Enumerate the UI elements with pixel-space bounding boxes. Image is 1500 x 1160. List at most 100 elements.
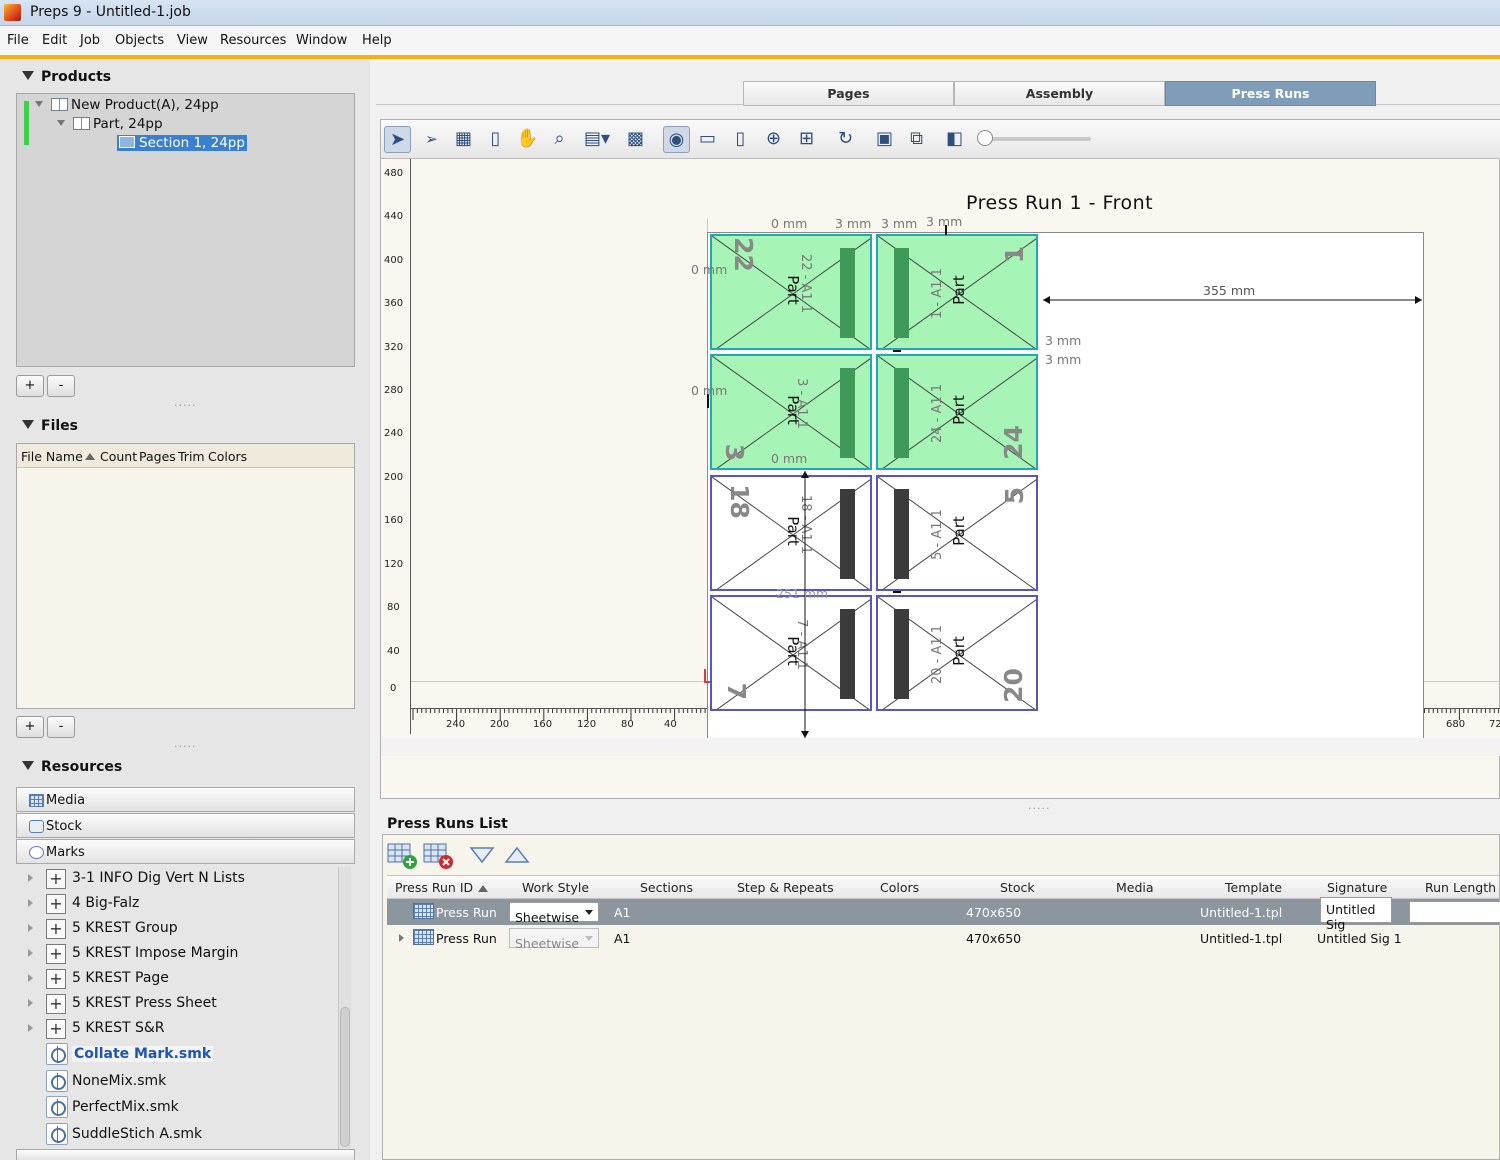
col-colors[interactable]: Colors: [880, 880, 919, 895]
mark-item[interactable]: PerfectMix.smk: [16, 1096, 336, 1121]
expand-icon[interactable]: [35, 101, 43, 107]
expand-icon[interactable]: [28, 874, 33, 882]
mark-group-item[interactable]: +5 KREST Page: [16, 967, 336, 992]
press-run-row[interactable]: Press Run Sheetwise A1 470x650 Untitled-…: [387, 925, 1499, 951]
rotate-icon[interactable]: ↻: [832, 126, 859, 153]
mark-group-item[interactable]: +5 KREST S&R: [16, 1017, 336, 1042]
col-work-style[interactable]: Work Style: [522, 880, 589, 895]
tab-press-runs[interactable]: Press Runs: [1165, 81, 1376, 106]
select-arrow-icon[interactable]: ➤: [384, 126, 411, 153]
tree-item-product[interactable]: New Product(A), 24pp: [35, 97, 219, 113]
mark-item[interactable]: SuddleStich A.smk: [16, 1123, 336, 1148]
work-style-dropdown[interactable]: Sheetwise: [509, 902, 599, 925]
move-down-button[interactable]: [467, 842, 497, 868]
col-media[interactable]: Media: [1116, 880, 1154, 895]
run-length-input[interactable]: [1409, 901, 1500, 923]
tree-item-section[interactable]: Section 1, 24pp: [117, 135, 247, 151]
mark-group-item[interactable]: +5 KREST Impose Margin: [16, 942, 336, 967]
resource-tab-stock[interactable]: Stock: [16, 813, 355, 838]
canvas-horizontal-scrollbar[interactable]: [381, 738, 1500, 756]
scrollbar-thumb[interactable]: [340, 1007, 350, 1147]
imposed-page[interactable]: 7 Part 7 - A1 1: [710, 595, 872, 711]
col-file-name[interactable]: File Name: [21, 449, 83, 464]
imposed-page[interactable]: 5 Part 5 - A1 1: [876, 475, 1038, 591]
col-run-length[interactable]: Run Length: [1425, 880, 1496, 895]
zoom-slider-thumb[interactable]: [977, 130, 993, 146]
add-press-run-button[interactable]: [387, 842, 417, 869]
imposed-page[interactable]: 20 Part 20 - A1 1: [876, 595, 1038, 711]
page-number-tool-icon[interactable]: ▦: [450, 126, 477, 153]
menu-file[interactable]: File: [7, 33, 29, 48]
crosshair-target-icon[interactable]: ⊕: [760, 126, 787, 153]
remove-product-button[interactable]: -: [47, 375, 75, 397]
col-stock[interactable]: Stock: [1000, 880, 1035, 895]
splitter-grip[interactable]: ·····: [174, 399, 196, 412]
layout-grid-icon[interactable]: ▣: [871, 126, 898, 153]
expand-icon[interactable]: [28, 924, 33, 932]
menu-job[interactable]: Job: [80, 33, 100, 48]
work-style-dropdown[interactable]: Sheetwise: [509, 928, 599, 951]
ruler-measure-icon[interactable]: ▭: [694, 126, 721, 153]
imposed-page[interactable]: 18 Part 18 - A1 1: [710, 475, 872, 591]
expand-icon[interactable]: [399, 934, 404, 942]
hand-pan-icon[interactable]: ✋: [514, 126, 541, 153]
tree-item-part[interactable]: Part, 24pp: [57, 116, 163, 132]
files-header[interactable]: Files: [22, 418, 78, 434]
menu-edit[interactable]: Edit: [42, 33, 67, 48]
menu-window[interactable]: Window: [296, 33, 347, 48]
splitter-grip[interactable]: ·····: [174, 740, 196, 753]
tab-assembly[interactable]: Assembly: [954, 81, 1165, 106]
menu-objects[interactable]: Objects: [115, 33, 164, 48]
color-settings-icon[interactable]: ▩: [622, 126, 649, 153]
expand-icon[interactable]: [28, 1024, 33, 1032]
col-colors[interactable]: Colors: [208, 449, 247, 464]
signature-input[interactable]: Untitled Sig: [1320, 897, 1392, 932]
zoom-slider-track[interactable]: [981, 137, 1091, 141]
col-pages[interactable]: Pages: [139, 449, 176, 464]
press-sheet-canvas[interactable]: ➤ ➢ ▦ ▯ ✋ ⌕ ▤▾ ▩ ◉ ▭ ▯ ⊕ ⊞ ↻ ▣ ⧉ ◧ 480 4…: [380, 119, 1500, 799]
expand-icon[interactable]: [28, 949, 33, 957]
mark-group-item[interactable]: +4 Big-Falz: [16, 892, 336, 917]
add-product-button[interactable]: +: [16, 375, 44, 397]
resources-header[interactable]: Resources: [22, 759, 122, 775]
col-signature[interactable]: Signature: [1327, 880, 1387, 895]
imposed-page[interactable]: 22 Part 22 - A1 1: [710, 234, 872, 350]
press-run-row-selected[interactable]: Press Run Sheetwise A1 470x650 Untitled-…: [387, 897, 1500, 932]
mark-item[interactable]: NoneMix.smk: [16, 1070, 336, 1095]
menu-help[interactable]: Help: [362, 33, 392, 48]
expand-icon[interactable]: [28, 999, 33, 1007]
tab-pages[interactable]: Pages: [743, 81, 954, 106]
zoom-magnifier-icon[interactable]: ⌕: [546, 126, 573, 153]
col-count[interactable]: Count: [100, 449, 137, 464]
col-template[interactable]: Template: [1225, 880, 1282, 895]
view-layout-dropdown-icon[interactable]: ▤▾: [580, 126, 614, 153]
imposed-page[interactable]: 1 Part 1 - A1 1: [876, 234, 1038, 350]
align-icon[interactable]: ⊞: [793, 126, 820, 153]
products-header[interactable]: Products: [22, 69, 111, 85]
delete-press-run-button[interactable]: [423, 842, 453, 869]
page-tool-icon[interactable]: ▯: [482, 126, 509, 153]
expand-icon[interactable]: [28, 899, 33, 907]
resource-tab-media[interactable]: Media: [16, 787, 355, 812]
mark-group-item[interactable]: +5 KREST Group: [16, 917, 336, 942]
expand-icon[interactable]: [57, 120, 65, 126]
mark-group-item[interactable]: +3-1 INFO Dig Vert N Lists: [16, 867, 336, 892]
resource-tab-more[interactable]: [16, 1149, 355, 1160]
mark-group-item[interactable]: +5 KREST Press Sheet: [16, 992, 336, 1017]
menu-view[interactable]: View: [177, 33, 208, 48]
direct-select-icon[interactable]: ➢: [418, 126, 445, 153]
sheet-icon[interactable]: ▯: [727, 126, 754, 153]
resource-tab-marks[interactable]: Marks: [16, 839, 355, 864]
col-step-repeats[interactable]: Step & Repeats: [737, 880, 834, 895]
preview-eye-icon[interactable]: ◉: [663, 126, 690, 153]
expand-icon[interactable]: [28, 974, 33, 982]
remove-file-button[interactable]: -: [47, 716, 75, 738]
col-press-run-id[interactable]: Press Run ID: [395, 880, 473, 895]
marks-scrollbar[interactable]: [338, 867, 351, 1157]
move-up-button[interactable]: [502, 842, 532, 868]
mark-item-selected[interactable]: Collate Mark.smk: [16, 1043, 336, 1068]
add-file-button[interactable]: +: [16, 716, 44, 738]
menu-resources[interactable]: Resources: [220, 33, 286, 48]
col-sections[interactable]: Sections: [640, 880, 693, 895]
imposed-page[interactable]: 24 Part 24 - A1 1: [876, 354, 1038, 470]
